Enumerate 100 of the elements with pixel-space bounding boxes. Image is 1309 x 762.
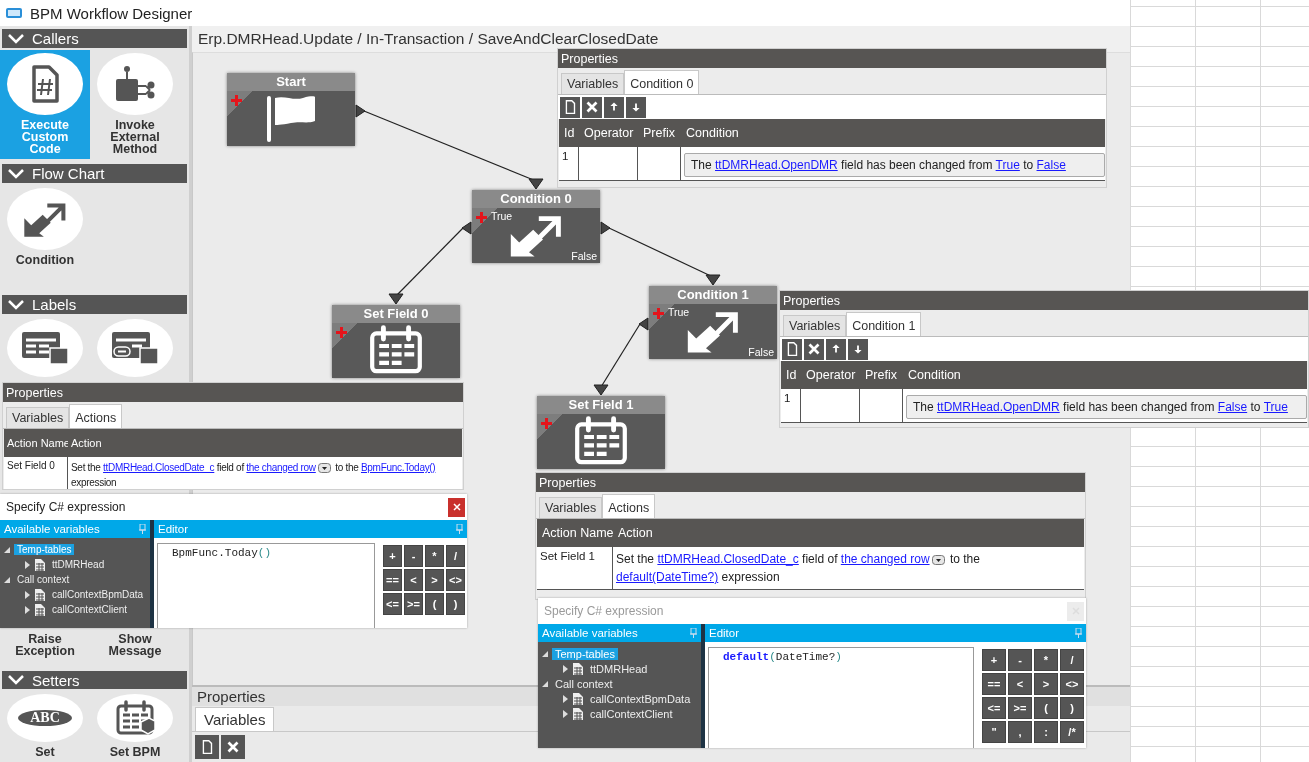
operator-key[interactable]: == bbox=[383, 569, 402, 591]
tab[interactable]: Condition 0 bbox=[624, 70, 700, 94]
expanded-arrow-icon[interactable] bbox=[542, 649, 549, 658]
operator-key[interactable]: - bbox=[1008, 649, 1032, 671]
link[interactable]: False bbox=[1217, 400, 1248, 414]
collapsed-arrow-icon[interactable] bbox=[24, 605, 31, 614]
link[interactable]: the changed row bbox=[246, 462, 316, 473]
operator-key[interactable]: ( bbox=[425, 593, 444, 615]
table-icon bbox=[572, 706, 584, 721]
calendar-icon bbox=[573, 416, 629, 467]
operator-key[interactable]: ) bbox=[446, 593, 465, 615]
link[interactable]: ttDMRHead.ClosedDate_c bbox=[657, 552, 799, 566]
operator-key[interactable]: ( bbox=[1034, 697, 1058, 719]
operator-key[interactable]: ) bbox=[1060, 697, 1084, 719]
table-card-icon bbox=[20, 330, 70, 366]
text-tag: ABC bbox=[18, 710, 72, 726]
operator-key[interactable]: <= bbox=[982, 697, 1006, 719]
link[interactable]: ttDMRHead.OpenDMR bbox=[937, 400, 1060, 414]
operator-key[interactable]: " bbox=[982, 721, 1006, 743]
column-header: Id bbox=[559, 119, 579, 147]
add-icon bbox=[540, 417, 553, 430]
column-header: Action Name bbox=[537, 519, 613, 547]
link[interactable]: False bbox=[1036, 158, 1066, 172]
operator-key[interactable]: > bbox=[425, 569, 444, 591]
link[interactable]: True bbox=[995, 158, 1020, 172]
tab[interactable]: Variables bbox=[539, 497, 603, 518]
dropdown-icon[interactable] bbox=[317, 463, 331, 474]
dialog-title: Specify C# expression bbox=[544, 604, 664, 618]
tree-item[interactable]: ttDMRHead bbox=[49, 559, 108, 570]
operator-key[interactable]: /* bbox=[1060, 721, 1084, 743]
column-header: Action bbox=[68, 429, 462, 457]
operator-key[interactable]: >= bbox=[1008, 697, 1032, 719]
panel-title: Properties bbox=[561, 51, 618, 66]
tab[interactable]: Condition 1 bbox=[846, 312, 922, 336]
table-icon bbox=[572, 691, 584, 706]
table-cell: 1 bbox=[781, 389, 801, 423]
operator-key[interactable]: <= bbox=[383, 593, 402, 615]
link[interactable]: ttDMRHead.ClosedDate_c bbox=[103, 462, 215, 473]
column-header: Operator bbox=[579, 119, 638, 147]
table-icon bbox=[572, 661, 584, 676]
link[interactable]: the changed row bbox=[840, 552, 930, 566]
tab[interactable]: Variables bbox=[561, 73, 625, 94]
tree-item[interactable]: callContextClient bbox=[587, 707, 676, 720]
palette-tool[interactable]: Show Message bbox=[90, 630, 180, 661]
palette-tool[interactable]: Raise Exception bbox=[0, 630, 90, 661]
tree-item[interactable]: Call context bbox=[14, 574, 73, 585]
link[interactable]: ttDMRHead.OpenDMR bbox=[715, 158, 838, 172]
dropdown-icon[interactable] bbox=[931, 554, 945, 565]
operator-key[interactable]: < bbox=[404, 569, 423, 591]
palette-tool[interactable]: Invoke External Method bbox=[90, 50, 180, 159]
expanded-arrow-icon[interactable] bbox=[542, 679, 549, 688]
tab[interactable]: Actions bbox=[69, 404, 123, 428]
collapsed-arrow-icon[interactable] bbox=[24, 560, 31, 569]
operator-key[interactable]: > bbox=[1034, 673, 1058, 695]
chevron-icon bbox=[8, 675, 24, 685]
operator-key[interactable]: - bbox=[404, 545, 423, 567]
operator-key[interactable]: : bbox=[1034, 721, 1058, 743]
operator-key[interactable]: / bbox=[1060, 649, 1084, 671]
operator-key[interactable]: + bbox=[982, 649, 1006, 671]
operator-key[interactable]: / bbox=[446, 545, 465, 567]
condition-text: The ttDMRHead.OpenDMR field has been changed from True to False bbox=[684, 153, 1105, 177]
tree-item[interactable]: ttDMRHead bbox=[587, 662, 651, 675]
column-header: Action Name bbox=[4, 429, 68, 457]
tree-item[interactable]: callContextClient bbox=[49, 604, 131, 615]
operator-key[interactable]: * bbox=[425, 545, 444, 567]
tree-item[interactable]: callContextBpmData bbox=[587, 692, 694, 705]
column-header: Operator bbox=[801, 361, 860, 389]
expanded-arrow-icon[interactable] bbox=[4, 545, 11, 554]
tree-item[interactable]: callContextBpmData bbox=[49, 589, 147, 600]
tree-item[interactable]: Call context bbox=[552, 677, 616, 690]
node-title: Set Field 0 bbox=[332, 305, 460, 323]
flow-node[interactable]: Condition 0 True False bbox=[472, 190, 600, 263]
column-header: Id bbox=[781, 361, 801, 389]
collapsed-arrow-icon[interactable] bbox=[562, 664, 569, 673]
flow-node[interactable]: Condition 1 True False bbox=[649, 286, 777, 359]
link[interactable]: default(DateTime?) bbox=[616, 570, 719, 584]
collapsed-arrow-icon[interactable] bbox=[562, 709, 569, 718]
column-header: Condition bbox=[681, 119, 1105, 147]
operator-key[interactable]: <> bbox=[446, 569, 465, 591]
expanded-arrow-icon[interactable] bbox=[4, 575, 11, 584]
link[interactable]: BpmFunc.Today() bbox=[361, 462, 436, 473]
collapsed-arrow-icon[interactable] bbox=[562, 694, 569, 703]
table-cell: 1 bbox=[559, 147, 579, 181]
tab[interactable]: Actions bbox=[602, 494, 656, 518]
operator-key[interactable]: , bbox=[1008, 721, 1032, 743]
operator-key[interactable]: >= bbox=[404, 593, 423, 615]
close-button[interactable] bbox=[448, 497, 465, 517]
link[interactable]: True bbox=[1263, 400, 1288, 414]
operator-key[interactable]: + bbox=[383, 545, 402, 567]
operator-key[interactable]: == bbox=[982, 673, 1006, 695]
tab[interactable]: Variables bbox=[195, 707, 275, 731]
operator-key[interactable]: * bbox=[1034, 649, 1058, 671]
add-icon bbox=[652, 307, 665, 320]
tab[interactable]: Variables bbox=[6, 407, 70, 428]
add-icon bbox=[230, 94, 243, 107]
operator-key[interactable]: <> bbox=[1060, 673, 1084, 695]
panel-title: Properties bbox=[6, 385, 63, 400]
collapsed-arrow-icon[interactable] bbox=[24, 590, 31, 599]
tab[interactable]: Variables bbox=[783, 315, 847, 336]
operator-key[interactable]: < bbox=[1008, 673, 1032, 695]
